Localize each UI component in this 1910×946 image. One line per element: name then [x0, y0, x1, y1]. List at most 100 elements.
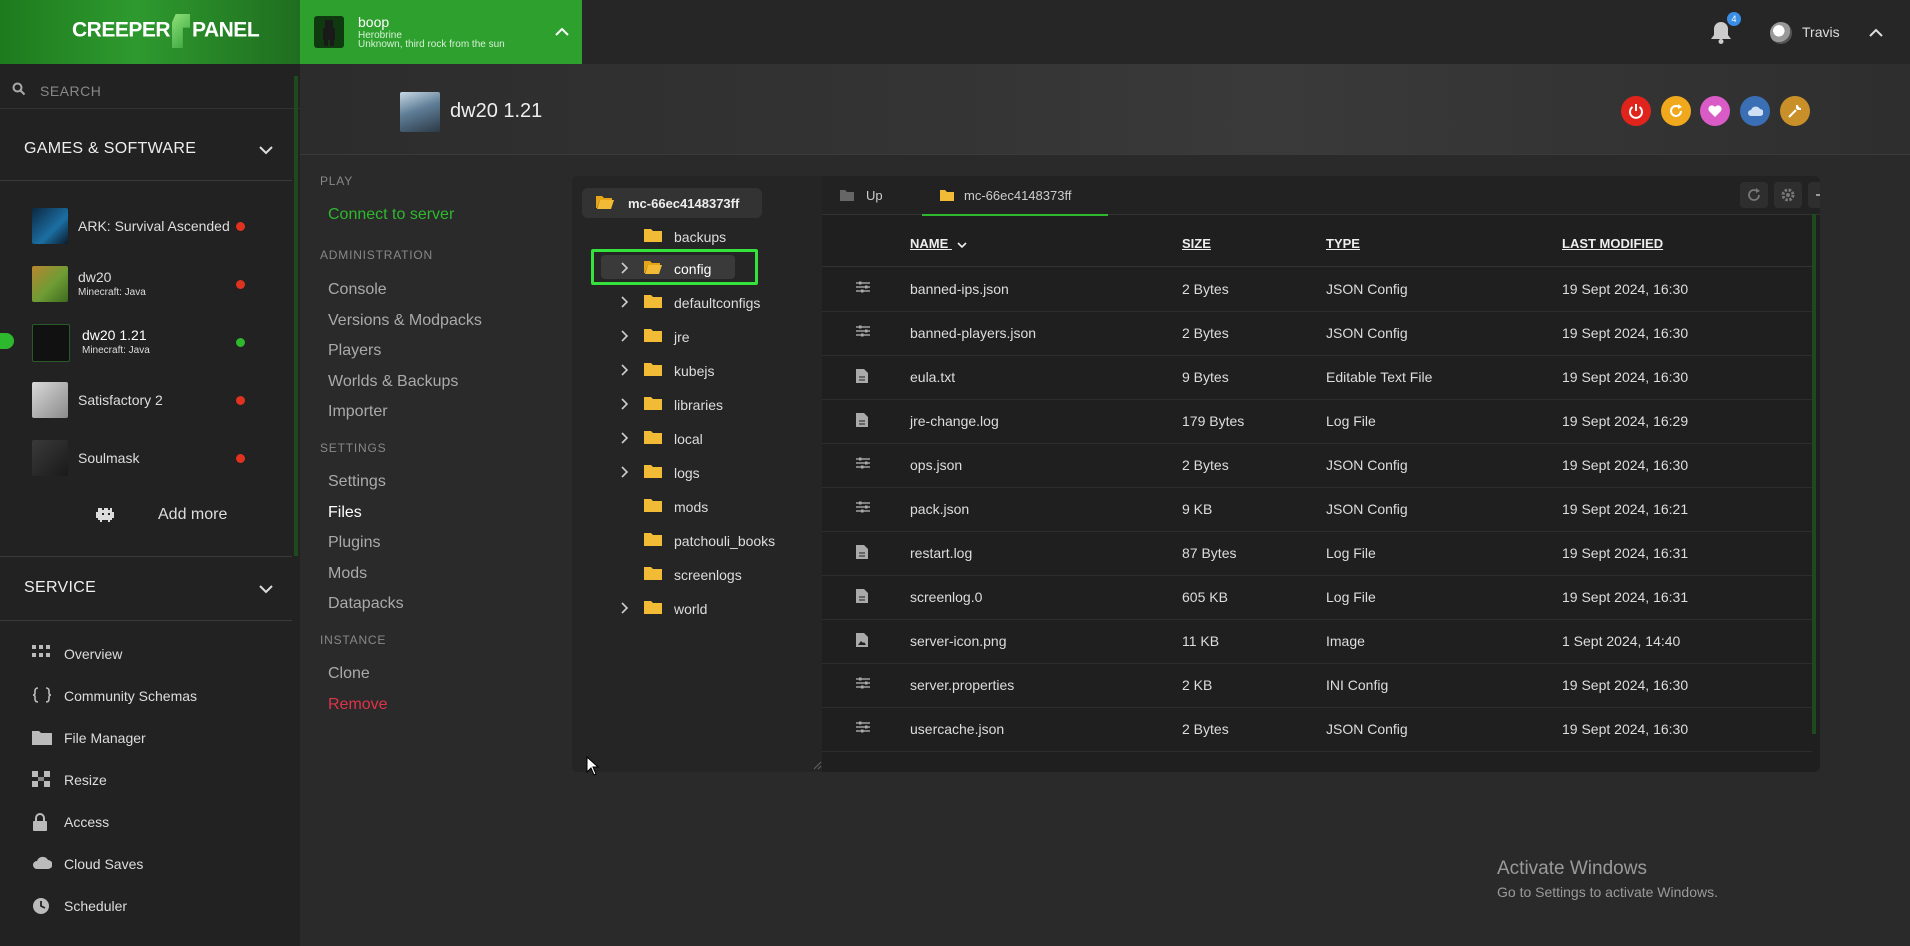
folder-icon	[644, 430, 662, 444]
chevron-right-icon[interactable]	[620, 432, 630, 444]
table-row[interactable]: banned-players.json 2 Bytes JSON Config 19 …	[822, 311, 1812, 356]
file-name: usercache.json	[910, 721, 1005, 737]
service-resize[interactable]: Resize	[32, 769, 272, 793]
tree-folder-kubejs[interactable]: kubejs	[572, 355, 772, 385]
folder-icon	[644, 464, 662, 478]
table-row[interactable]: restart.log 87 Bytes Log File 19 Sept 2024,…	[822, 531, 1812, 576]
tools-button[interactable]	[1780, 96, 1810, 126]
document-icon	[856, 545, 868, 559]
file-modified: 19 Sept 2024, 16:29	[1562, 413, 1689, 429]
service-scheduler[interactable]: Scheduler	[32, 895, 272, 919]
tree-folder-screenlogs[interactable]: screenlogs	[572, 559, 772, 589]
column-modified-header[interactable]: LAST MODIFIED	[1562, 236, 1663, 251]
nav-console[interactable]: Console	[328, 281, 387, 299]
power-button[interactable]	[1621, 96, 1651, 126]
add-more-label: Add more	[158, 506, 228, 523]
nav-heading-administration: ADMINISTRATION	[320, 248, 433, 262]
file-size: 87 Bytes	[1182, 545, 1237, 561]
refresh-button[interactable]	[1740, 182, 1768, 208]
nav-files[interactable]: Files	[328, 504, 362, 522]
nav-remove[interactable]: Remove	[328, 696, 388, 714]
settings-gear-button[interactable]	[1774, 182, 1802, 208]
tree-folder-mods[interactable]: mods	[572, 491, 772, 521]
table-row[interactable]: eula.txt 9 Bytes Editable Text File 19 Sept…	[822, 355, 1812, 400]
table-row[interactable]: pack.json 9 KB JSON Config 19 Sept 2024, 16…	[822, 487, 1812, 532]
table-row[interactable]: banned-ips.json 2 Bytes JSON Config 19 Sept…	[822, 267, 1812, 312]
nav-versions-modpacks[interactable]: Versions & Modpacks	[328, 312, 482, 330]
tree-folder-world[interactable]: world	[572, 593, 772, 623]
game-item-dw20-1-21[interactable]: dw20 1.21 Minecraft: Java	[32, 322, 272, 362]
chevron-right-icon[interactable]	[620, 262, 630, 274]
tree-folder-defaultconfigs[interactable]: defaultconfigs	[572, 287, 772, 317]
nav-importer[interactable]: Importer	[328, 403, 388, 421]
service-access[interactable]: Access	[32, 811, 272, 835]
game-item-satisfactory[interactable]: Satisfactory 2	[32, 380, 272, 420]
service-label: Overview	[64, 646, 123, 662]
service-heading[interactable]: SERVICE	[24, 579, 284, 597]
nav-mods[interactable]: Mods	[328, 565, 367, 583]
column-type-header[interactable]: TYPE	[1326, 236, 1360, 251]
table-row[interactable]: jre-change.log 179 Bytes Log File 19 Sept 2…	[822, 399, 1812, 444]
tree-folder-patchouli-books[interactable]: patchouli_books	[572, 525, 775, 555]
tab-up[interactable]: Up	[822, 176, 922, 214]
creeperpanel-logo[interactable]: CREEPER PANEL	[72, 14, 260, 48]
table-row[interactable]: server.properties 2 KB INI Config 19 Sept 2…	[822, 663, 1812, 708]
game-item-soulmask[interactable]: Soulmask	[32, 438, 272, 478]
tree-folder-local[interactable]: local	[572, 423, 772, 453]
chevron-up-icon	[554, 24, 570, 40]
service-cloud-saves[interactable]: Cloud Saves	[32, 853, 272, 877]
chevron-down-icon	[956, 240, 968, 250]
service-overview[interactable]: Overview	[32, 643, 272, 667]
game-item-ark[interactable]: ARK: Survival Ascended	[32, 206, 272, 246]
chevron-right-icon[interactable]	[620, 364, 630, 376]
search-icon	[12, 82, 26, 96]
server-switcher[interactable]: boop Herobrine Unknown, third rock from …	[300, 0, 582, 64]
nav-settings[interactable]: Settings	[328, 473, 386, 491]
tab-current-directory[interactable]: mc-66ec4148373ff	[922, 176, 1108, 216]
chevron-right-icon[interactable]	[620, 398, 630, 410]
game-item-dw20[interactable]: dw20 Minecraft: Java	[32, 264, 272, 304]
file-size: 11 KB	[1182, 633, 1220, 649]
cloud-backup-button[interactable]	[1740, 96, 1770, 126]
service-community-schemas[interactable]: Community Schemas	[32, 685, 272, 709]
nav-clone[interactable]: Clone	[328, 665, 370, 683]
tree-folder-backups[interactable]: backups	[572, 221, 772, 251]
folder-icon	[32, 729, 52, 745]
nav-plugins[interactable]: Plugins	[328, 534, 380, 552]
favorite-button[interactable]	[1700, 96, 1730, 126]
tree-root-folder[interactable]: mc-66ec4148373ff	[582, 188, 762, 218]
add-file-button[interactable]	[1808, 182, 1820, 208]
nav-worlds-backups[interactable]: Worlds & Backups	[328, 373, 458, 391]
tree-folder-logs[interactable]: logs	[572, 457, 772, 487]
tree-folder-config[interactable]: config	[572, 253, 772, 283]
table-row[interactable]: server-icon.png 11 KB Image 1 Sept 2024, 14…	[822, 619, 1812, 664]
user-menu[interactable]: Travis	[1770, 18, 1910, 48]
chevron-right-icon[interactable]	[620, 330, 630, 342]
chevron-right-icon[interactable]	[620, 602, 630, 614]
connect-to-server-link[interactable]: Connect to server	[328, 206, 454, 224]
tree-folder-jre[interactable]: jre	[572, 321, 772, 351]
chevron-right-icon[interactable]	[620, 296, 630, 308]
service-label: File Manager	[64, 730, 146, 746]
restart-button[interactable]	[1661, 96, 1691, 126]
nav-datapacks[interactable]: Datapacks	[328, 595, 404, 613]
games-software-heading[interactable]: GAMES & SOFTWARE	[24, 140, 284, 158]
resize-grip-icon[interactable]	[812, 760, 822, 770]
file-list-scrollbar[interactable]	[1812, 214, 1816, 734]
service-file-manager[interactable]: File Manager	[32, 727, 272, 751]
tree-folder-label: mods	[674, 499, 709, 515]
chevron-right-icon[interactable]	[620, 466, 630, 478]
file-size: 179 Bytes	[1182, 413, 1245, 429]
column-size-header[interactable]: SIZE	[1182, 236, 1211, 251]
table-row[interactable]: ops.json 2 Bytes JSON Config 19 Sept 2024, …	[822, 443, 1812, 488]
search-input[interactable]	[38, 78, 282, 104]
tree-folder-libraries[interactable]: libraries	[572, 389, 772, 419]
sidebar-scrollbar[interactable]	[294, 76, 298, 556]
table-row[interactable]: usercache.json 2 Bytes JSON Config 19 Sept …	[822, 707, 1812, 752]
settings-lines-icon	[856, 501, 870, 513]
file-type: JSON Config	[1326, 721, 1408, 737]
file-name: server-icon.png	[910, 633, 1007, 649]
nav-players[interactable]: Players	[328, 342, 381, 360]
column-name-header[interactable]: NAME	[910, 236, 968, 251]
table-row[interactable]: screenlog.0 605 KB Log File 19 Sept 2024, 1…	[822, 575, 1812, 620]
